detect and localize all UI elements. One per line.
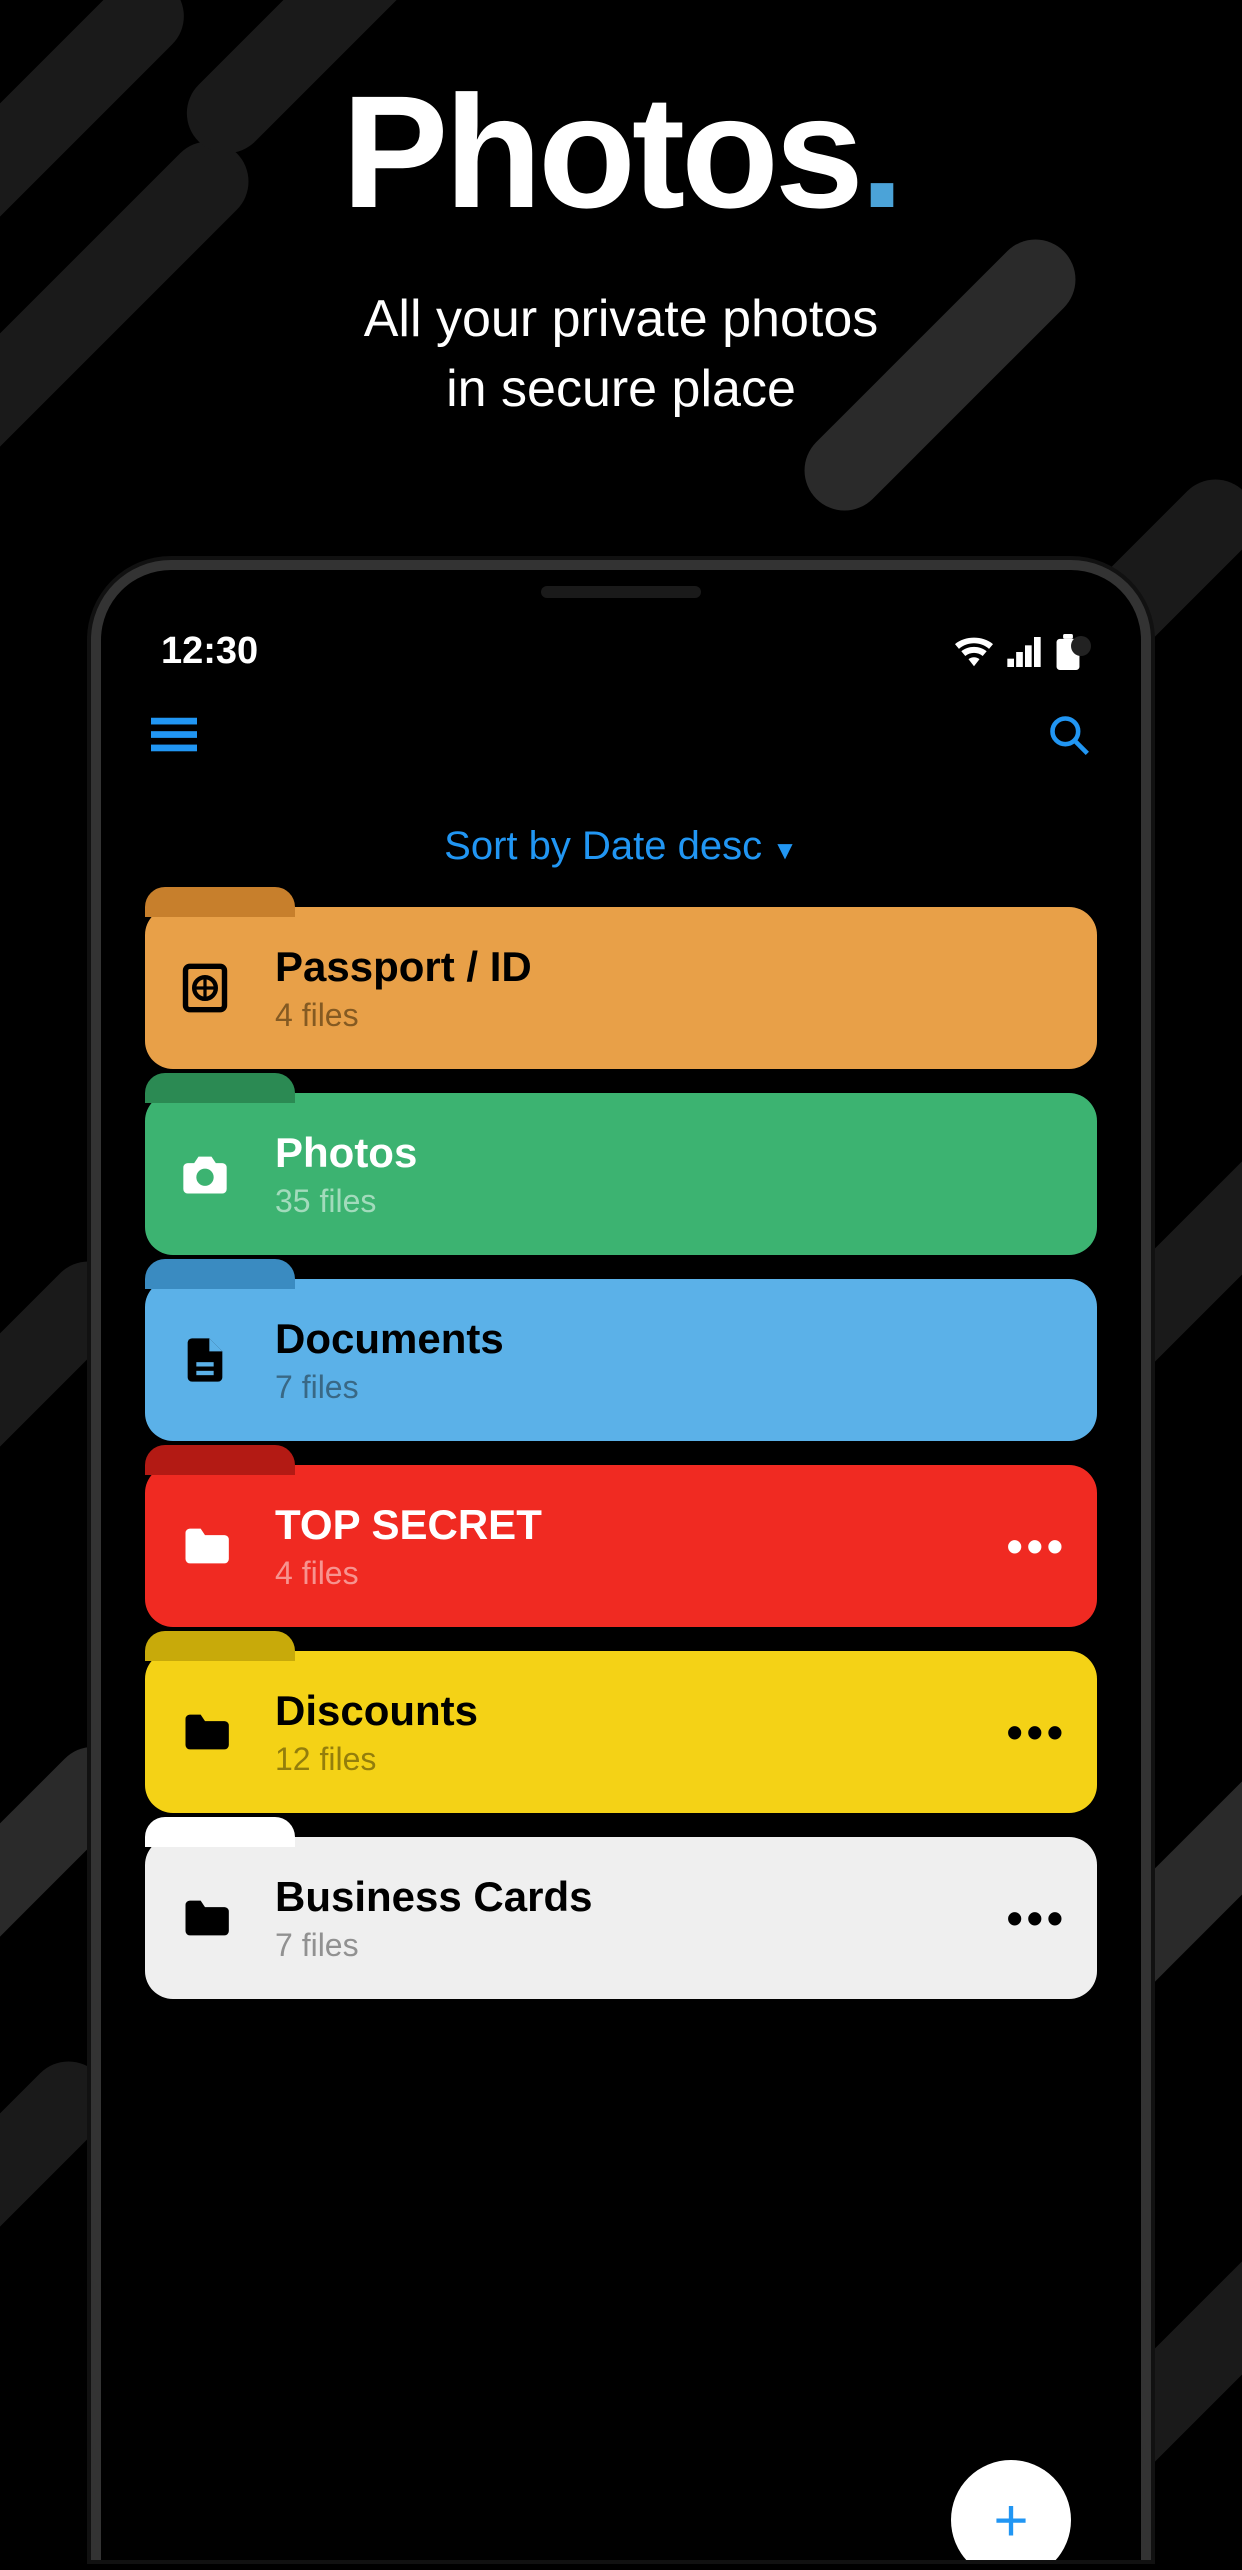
folder-item[interactable]: .folder:nth-child(4)::before{background:…: [145, 1465, 1097, 1627]
folder-item[interactable]: .folder:nth-child(2)::before{background:…: [145, 1093, 1097, 1255]
more-icon[interactable]: •••: [1007, 1519, 1067, 1573]
folder-item[interactable]: .folder:nth-child(6)::before{background:…: [145, 1837, 1097, 1999]
folder-item[interactable]: .folder:nth-child(3)::before{background:…: [145, 1279, 1097, 1441]
folder-count: 4 files: [275, 1555, 542, 1592]
folder-title: Discounts: [275, 1687, 478, 1735]
folder-title: Passport / ID: [275, 943, 532, 991]
folder-title: TOP SECRET: [275, 1501, 542, 1549]
hero-dot: .: [860, 62, 900, 241]
search-icon[interactable]: [1047, 713, 1091, 762]
folder-count: 12 files: [275, 1741, 478, 1778]
folder-count: 35 files: [275, 1183, 417, 1220]
folder-title: Documents: [275, 1315, 504, 1363]
folder-item[interactable]: .folder:nth-child(1)::before{background:…: [145, 907, 1097, 1069]
camera-icon: [175, 1144, 235, 1204]
folder-count: 7 files: [275, 1369, 504, 1406]
folder-icon: [175, 1516, 235, 1576]
more-icon[interactable]: •••: [1007, 1891, 1067, 1945]
folder-icon: [175, 1702, 235, 1762]
add-button[interactable]: +: [951, 2460, 1071, 2560]
folder-count: 7 files: [275, 1927, 592, 1964]
battery-icon: [1055, 634, 1081, 670]
folder-item[interactable]: .folder:nth-child(5)::before{background:…: [145, 1651, 1097, 1813]
hero-title: Photos.: [0, 0, 1242, 244]
folder-title: Photos: [275, 1129, 417, 1177]
more-icon[interactable]: •••: [1007, 1705, 1067, 1759]
status-time: 12:30: [161, 630, 258, 673]
hero-subtitle: All your private photos in secure place: [0, 284, 1242, 424]
wifi-icon: [955, 637, 993, 667]
menu-icon[interactable]: [151, 717, 197, 758]
phone-frame: 12:30 Sort by Date desc▼ .folder:n: [91, 560, 1151, 2560]
chevron-down-icon: ▼: [772, 835, 798, 865]
folder-icon: [175, 1888, 235, 1948]
status-bar: 12:30: [121, 610, 1121, 683]
passport-icon: [175, 958, 235, 1018]
signal-icon: [1007, 637, 1041, 667]
phone-screen: 12:30 Sort by Date desc▼ .folder:n: [121, 610, 1121, 2560]
folder-count: 4 files: [275, 997, 532, 1034]
document-icon: [175, 1330, 235, 1390]
folder-title: Business Cards: [275, 1873, 592, 1921]
